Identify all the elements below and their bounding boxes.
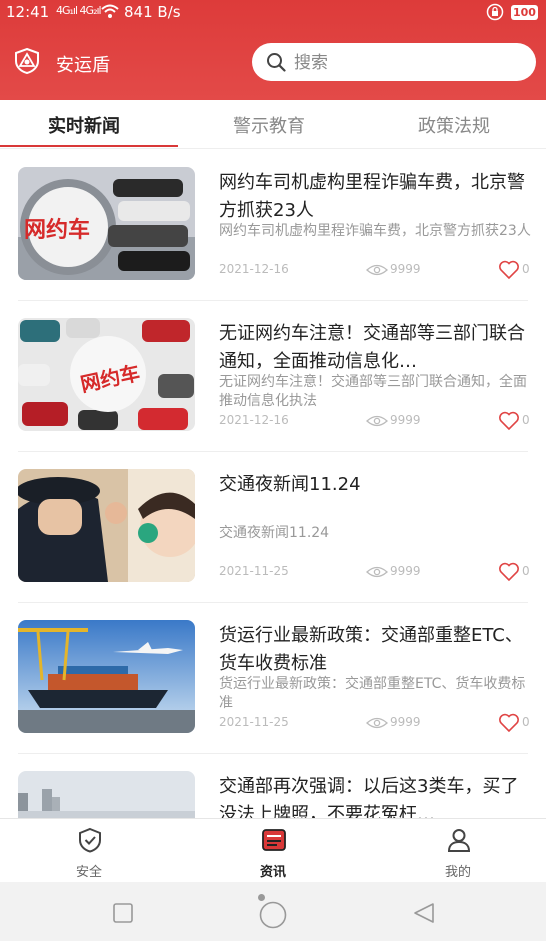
view-count: 9999 xyxy=(390,715,421,729)
news-summary: 网约车司机虚构里程诈骗车费，北京警方抓获23人 xyxy=(219,223,531,239)
view-count: 9999 xyxy=(390,564,421,578)
battery-level: 100 xyxy=(511,5,538,20)
news-item[interactable]: 货运行业最新政策：交通部重整ETC、货车收费标准 货运行业最新政策：交通部重整E… xyxy=(0,603,546,754)
app-name: 安运盾 xyxy=(56,55,110,76)
heart-icon[interactable] xyxy=(498,713,520,733)
nav-safety[interactable]: 安全 xyxy=(39,819,139,883)
news-title[interactable]: 无证网约车注意！交通部等三部门联合通知，全面推动信息化… xyxy=(219,320,531,376)
tab-policy-regulations[interactable]: 政策法规 xyxy=(418,112,490,138)
news-summary: 无证网约车注意！交通部等三部门联合通知，全面推动信息化执法 xyxy=(219,374,527,409)
nav-news[interactable]: 资讯 xyxy=(223,819,323,883)
like-count: 0 xyxy=(522,715,530,729)
news-title[interactable]: 货运行业最新政策：交通部重整ETC、货车收费标准 xyxy=(219,622,531,678)
nav-label: 资讯 xyxy=(259,865,286,880)
back-button-icon[interactable] xyxy=(412,901,436,925)
view-count: 9999 xyxy=(390,262,421,276)
app-header: 12:41 4G₁ıl 4G₂ıl 841 B/s 100 安运盾 xyxy=(0,0,546,100)
nav-label: 安全 xyxy=(75,865,102,880)
shield-check-icon xyxy=(79,827,101,853)
view-count: 9999 xyxy=(390,413,421,427)
news-date: 2021-12-16 xyxy=(219,262,289,276)
eye-icon xyxy=(366,264,388,276)
wifi-icon xyxy=(101,4,119,18)
shield-logo-icon[interactable] xyxy=(14,48,40,74)
user-icon xyxy=(447,829,471,852)
eye-icon xyxy=(366,717,388,729)
signal-icon: 4G₁ıl 4G₂ıl xyxy=(56,4,102,17)
heart-icon[interactable] xyxy=(498,260,520,280)
home-button-icon[interactable] xyxy=(258,900,288,930)
news-date: 2021-11-25 xyxy=(219,564,289,578)
like-count: 0 xyxy=(522,413,530,427)
news-item[interactable]: 交通夜新闻11.24 交通夜新闻11.24 2021-11-25 9999 0 xyxy=(0,452,546,603)
news-title[interactable]: 交通夜新闻11.24 xyxy=(219,471,531,499)
like-count: 0 xyxy=(522,262,530,276)
tab-realtime-news[interactable]: 实时新闻 xyxy=(48,112,120,138)
news-date: 2021-12-16 xyxy=(219,413,289,427)
eye-icon xyxy=(366,566,388,578)
thumb-text: 网约车 xyxy=(24,217,90,243)
news-thumbnail xyxy=(18,620,195,733)
news-thumbnail xyxy=(18,469,195,582)
heart-icon[interactable] xyxy=(498,411,520,431)
lock-rotation-icon xyxy=(486,3,504,21)
search-icon[interactable] xyxy=(266,52,286,72)
recents-button-icon[interactable] xyxy=(112,902,134,924)
status-time: 12:41 xyxy=(6,3,50,21)
search-input[interactable] xyxy=(292,49,526,77)
news-item[interactable]: 网约车 无证网约车注意！交通部等三部门联合通知，全面推动信息化… 无证网约车注意… xyxy=(0,301,546,452)
news-thumbnail: 网约车 xyxy=(18,167,195,280)
news-title[interactable]: 交通部再次强调：以后这3类车，买了没法上牌照，不要花冤枉… xyxy=(219,773,531,818)
status-bar: 12:41 4G₁ıl 4G₂ıl 841 B/s 100 xyxy=(0,0,546,26)
search-bar[interactable] xyxy=(252,43,536,81)
like-count: 0 xyxy=(522,564,530,578)
nav-label: 我的 xyxy=(444,865,471,880)
heart-icon[interactable] xyxy=(498,562,520,582)
bottom-nav: 安全 资讯 我的 xyxy=(0,818,546,883)
nav-profile[interactable]: 我的 xyxy=(408,819,508,883)
news-date: 2021-11-25 xyxy=(219,715,289,729)
news-list[interactable]: 网约车 网约车司机虚构里程诈骗车费，北京警方抓获23人 网约车司机虚构里程诈骗车… xyxy=(0,150,546,818)
active-tab-indicator xyxy=(0,145,178,147)
news-title[interactable]: 网约车司机虚构里程诈骗车费，北京警方抓获23人 xyxy=(219,169,531,225)
news-item[interactable]: 交通部再次强调：以后这3类车，买了没法上牌照，不要花冤枉… xyxy=(0,754,546,818)
tab-warning-education[interactable]: 警示教育 xyxy=(233,112,305,138)
eye-icon xyxy=(366,415,388,427)
system-nav-bar xyxy=(0,882,546,941)
news-icon xyxy=(262,829,286,851)
news-thumbnail: 网约车 xyxy=(18,318,195,431)
network-speed: 841 B/s xyxy=(124,3,181,21)
category-tabs: 实时新闻 警示教育 政策法规 xyxy=(0,100,546,149)
news-thumbnail xyxy=(18,771,195,818)
news-item[interactable]: 网约车 网约车司机虚构里程诈骗车费，北京警方抓获23人 网约车司机虚构里程诈骗车… xyxy=(0,150,546,301)
news-summary: 交通夜新闻11.24 xyxy=(219,525,330,541)
news-summary: 货运行业最新政策：交通部重整ETC、货车收费标准 xyxy=(219,676,526,711)
